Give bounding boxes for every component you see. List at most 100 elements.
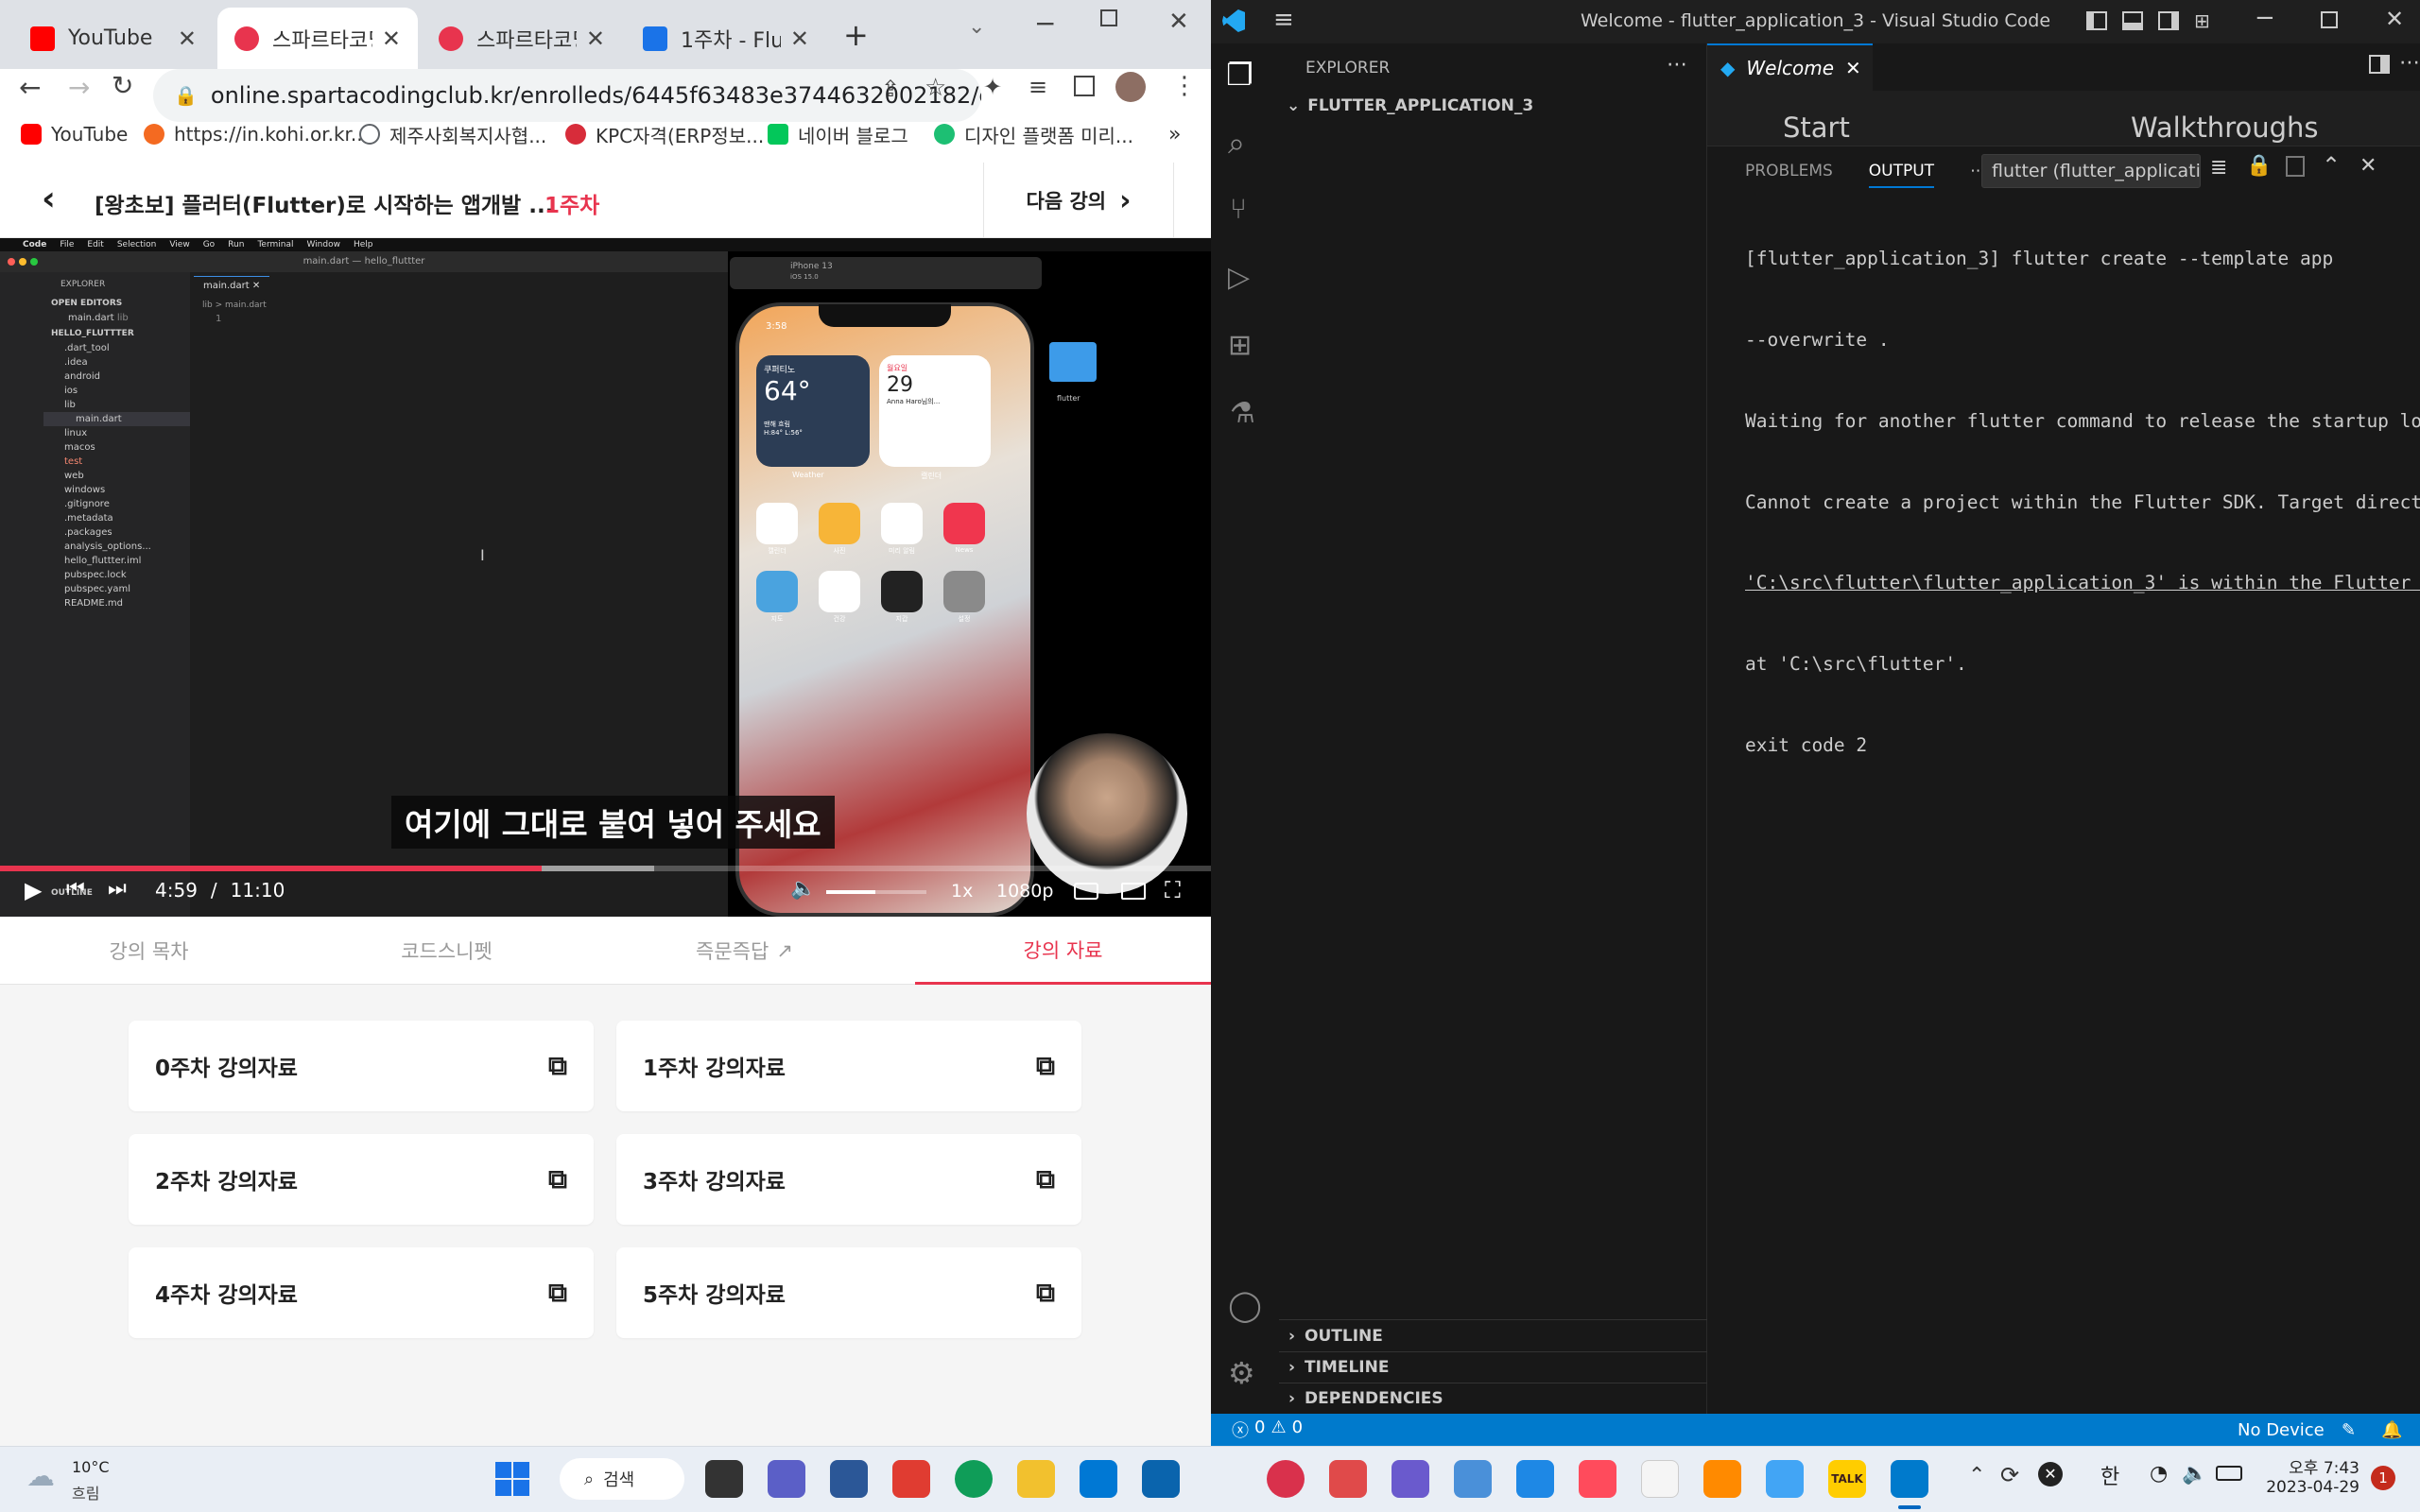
package-icon[interactable] — [1703, 1460, 1741, 1498]
file-explorer-icon[interactable] — [1017, 1460, 1055, 1498]
media-icon[interactable]: ≡ — [1028, 74, 1047, 100]
source-control-icon[interactable]: ⑂ — [1230, 193, 1247, 226]
split-editor-icon[interactable] — [2369, 55, 2390, 74]
project-folder-header[interactable]: ⌄ FLUTTER_APPLICATION_3 — [1287, 96, 1533, 115]
bell-icon[interactable]: 🔔 — [2381, 1420, 2402, 1440]
forward-arrow-icon[interactable]: → — [68, 72, 90, 103]
customize-layout-icon[interactable]: ⊞ — [2194, 9, 2210, 32]
chevron-down-icon[interactable]: ⌄ — [968, 15, 985, 39]
minimize-icon[interactable]: − — [2255, 4, 2275, 32]
teams-chat-icon[interactable] — [768, 1460, 805, 1498]
testing-flask-icon[interactable]: ⚗ — [1230, 397, 1255, 430]
maximize-icon[interactable] — [1100, 9, 1117, 26]
android-studio-icon[interactable] — [1766, 1460, 1804, 1498]
taskbar-search[interactable]: ⌕ 검색 — [560, 1458, 684, 1500]
volume-icon[interactable]: 🔈 — [790, 877, 816, 901]
close-icon[interactable]: ✕ — [586, 26, 605, 52]
search-icon[interactable]: ⌕ — [1228, 125, 1245, 162]
bookmark-miri[interactable]: 디자인 플랫폼 미리... — [934, 119, 1133, 149]
material-card-week5[interactable]: 5주차 강의자료 ⧉ — [616, 1247, 1081, 1338]
maximize-icon[interactable] — [2321, 11, 2338, 28]
tab-lecture-materials[interactable]: 강의 자료 — [915, 917, 1211, 985]
fullscreen-icon[interactable]: ⛶ — [1165, 877, 1181, 903]
document-icon[interactable] — [1641, 1460, 1679, 1498]
minimize-icon[interactable]: − — [1034, 8, 1056, 39]
windows-start-icon[interactable] — [495, 1462, 529, 1496]
volume-slider[interactable] — [826, 890, 926, 894]
video-progress-track[interactable] — [0, 866, 1211, 871]
next-lesson-button[interactable]: 다음 강의 › — [983, 163, 1174, 238]
close-icon[interactable]: ✕ — [382, 26, 401, 52]
tab-output[interactable]: OUTPUT — [1868, 162, 1935, 188]
sync-icon[interactable]: ⟳ — [2000, 1462, 2019, 1488]
bookmark-kpc[interactable]: KPC자격(ERP정보... — [565, 119, 764, 149]
sync-app-icon[interactable] — [1329, 1460, 1367, 1498]
quality-button[interactable]: 1080p — [996, 881, 1053, 902]
close-icon[interactable]: ✕ — [1845, 57, 1861, 79]
more-actions-icon[interactable]: ⋯ — [2399, 51, 2420, 75]
pip-icon[interactable] — [1121, 883, 1146, 900]
close-icon[interactable]: ✕ — [790, 26, 809, 52]
browser-tab-sparta-active[interactable]: 스파르타코딩클럽 ✕ — [217, 8, 418, 69]
close-window-icon[interactable]: ✕ — [2385, 6, 2404, 32]
close-circle-icon[interactable]: ✕ — [2038, 1462, 2063, 1486]
address-bar[interactable]: 🔒 online.spartacodingclub.kr/enrolleds/6… — [153, 69, 981, 122]
office-icon[interactable] — [892, 1460, 930, 1498]
browser-tab-youtube[interactable]: YouTube ✕ — [13, 8, 214, 69]
dependencies-section[interactable]: › DEPENDENCIES — [1288, 1389, 1443, 1408]
kakaotalk-icon[interactable]: TALK — [1828, 1460, 1866, 1498]
extensions-icon[interactable]: ✦ — [983, 74, 1002, 100]
ime-indicator[interactable]: 한 — [2100, 1460, 2119, 1490]
output-line-link[interactable]: 'C:\src\flutter\flutter_application_3' i… — [1745, 570, 2411, 597]
device-selector[interactable]: No Device — [2238, 1420, 2325, 1440]
video-player[interactable]: Code File Edit Selection View Go Run Ter… — [0, 238, 1211, 917]
tab-table-of-contents[interactable]: 강의 목차 — [0, 917, 298, 985]
bookmark-naver-blog[interactable]: 네이버 블로그 — [768, 119, 908, 149]
share-icon[interactable]: ⇪ — [881, 76, 900, 102]
screen-capture-icon[interactable] — [1454, 1460, 1492, 1498]
tab-problems[interactable]: PROBLEMS — [1745, 162, 1833, 180]
widgets-icon[interactable] — [830, 1460, 868, 1498]
close-window-icon[interactable]: ✕ — [1168, 8, 1189, 36]
edge-icon[interactable] — [955, 1460, 993, 1498]
browser-tab-flutter[interactable]: 1주차 - Flutter ✕ — [626, 8, 826, 69]
back-chevron-icon[interactable]: ‹ — [42, 180, 56, 218]
play-icon[interactable]: ▶ — [25, 877, 42, 903]
close-icon[interactable]: ✕ — [178, 26, 197, 52]
material-card-week3[interactable]: 3주차 강의자료 ⧉ — [616, 1134, 1081, 1225]
tab-code-snippet[interactable]: 코드스니펫 — [298, 917, 596, 985]
skip-back-icon[interactable]: ⏮ — [66, 877, 85, 901]
material-card-week0[interactable]: 0주차 강의자료 ⧉ — [129, 1021, 594, 1111]
more-actions-icon[interactable]: ⋯ — [1667, 53, 1687, 77]
clock[interactable]: 오후 7:43 2023-04-29 — [2265, 1454, 2360, 1497]
toggle-panel-icon[interactable] — [2122, 11, 2143, 30]
store-icon[interactable] — [1080, 1460, 1117, 1498]
creative-cloud-icon[interactable] — [1579, 1460, 1616, 1498]
open-output-editor-icon[interactable] — [2286, 156, 2305, 177]
kebab-menu-icon[interactable]: ⋮ — [1172, 72, 1197, 100]
browser-tab-sparta[interactable]: 스파르타코딩클럽 ✕ — [422, 8, 622, 69]
timeline-section[interactable]: › TIMELINE — [1288, 1358, 1389, 1377]
lock-scroll-icon[interactable]: 🔒 — [2246, 154, 2272, 178]
speed-button[interactable]: 1x — [951, 881, 973, 902]
bookmarks-overflow-button[interactable]: » — [1168, 119, 1181, 149]
remote-desktop-icon[interactable] — [1516, 1460, 1554, 1498]
bookmark-kohi[interactable]: https://in.kohi.or.kr... — [144, 119, 369, 149]
battery-icon[interactable] — [2216, 1466, 2242, 1481]
skip-forward-icon[interactable]: ⏭ — [108, 877, 127, 901]
material-card-week2[interactable]: 2주차 강의자료 ⧉ — [129, 1134, 594, 1225]
star-icon[interactable]: ☆ — [925, 74, 946, 102]
problems-status[interactable]: ⓧ 0 ⚠ 0 — [1232, 1418, 1303, 1442]
new-tab-icon[interactable]: + — [843, 17, 869, 53]
copilot-icon[interactable] — [1392, 1460, 1429, 1498]
avatar[interactable] — [1115, 72, 1146, 102]
reload-icon[interactable]: ↻ — [112, 70, 133, 101]
toggle-sidebar-icon[interactable] — [2086, 11, 2107, 30]
feedback-icon[interactable]: ✎ — [2342, 1420, 2356, 1440]
toggle-secondary-sidebar-icon[interactable] — [2158, 11, 2179, 30]
mail-icon[interactable] — [1142, 1460, 1180, 1498]
wifi-icon[interactable]: ◔ — [2150, 1462, 2168, 1486]
explorer-icon[interactable]: ❐ — [1226, 57, 1253, 93]
run-debug-icon[interactable]: ▷ — [1228, 261, 1250, 294]
extensions-icon[interactable]: ⊞ — [1228, 329, 1252, 362]
